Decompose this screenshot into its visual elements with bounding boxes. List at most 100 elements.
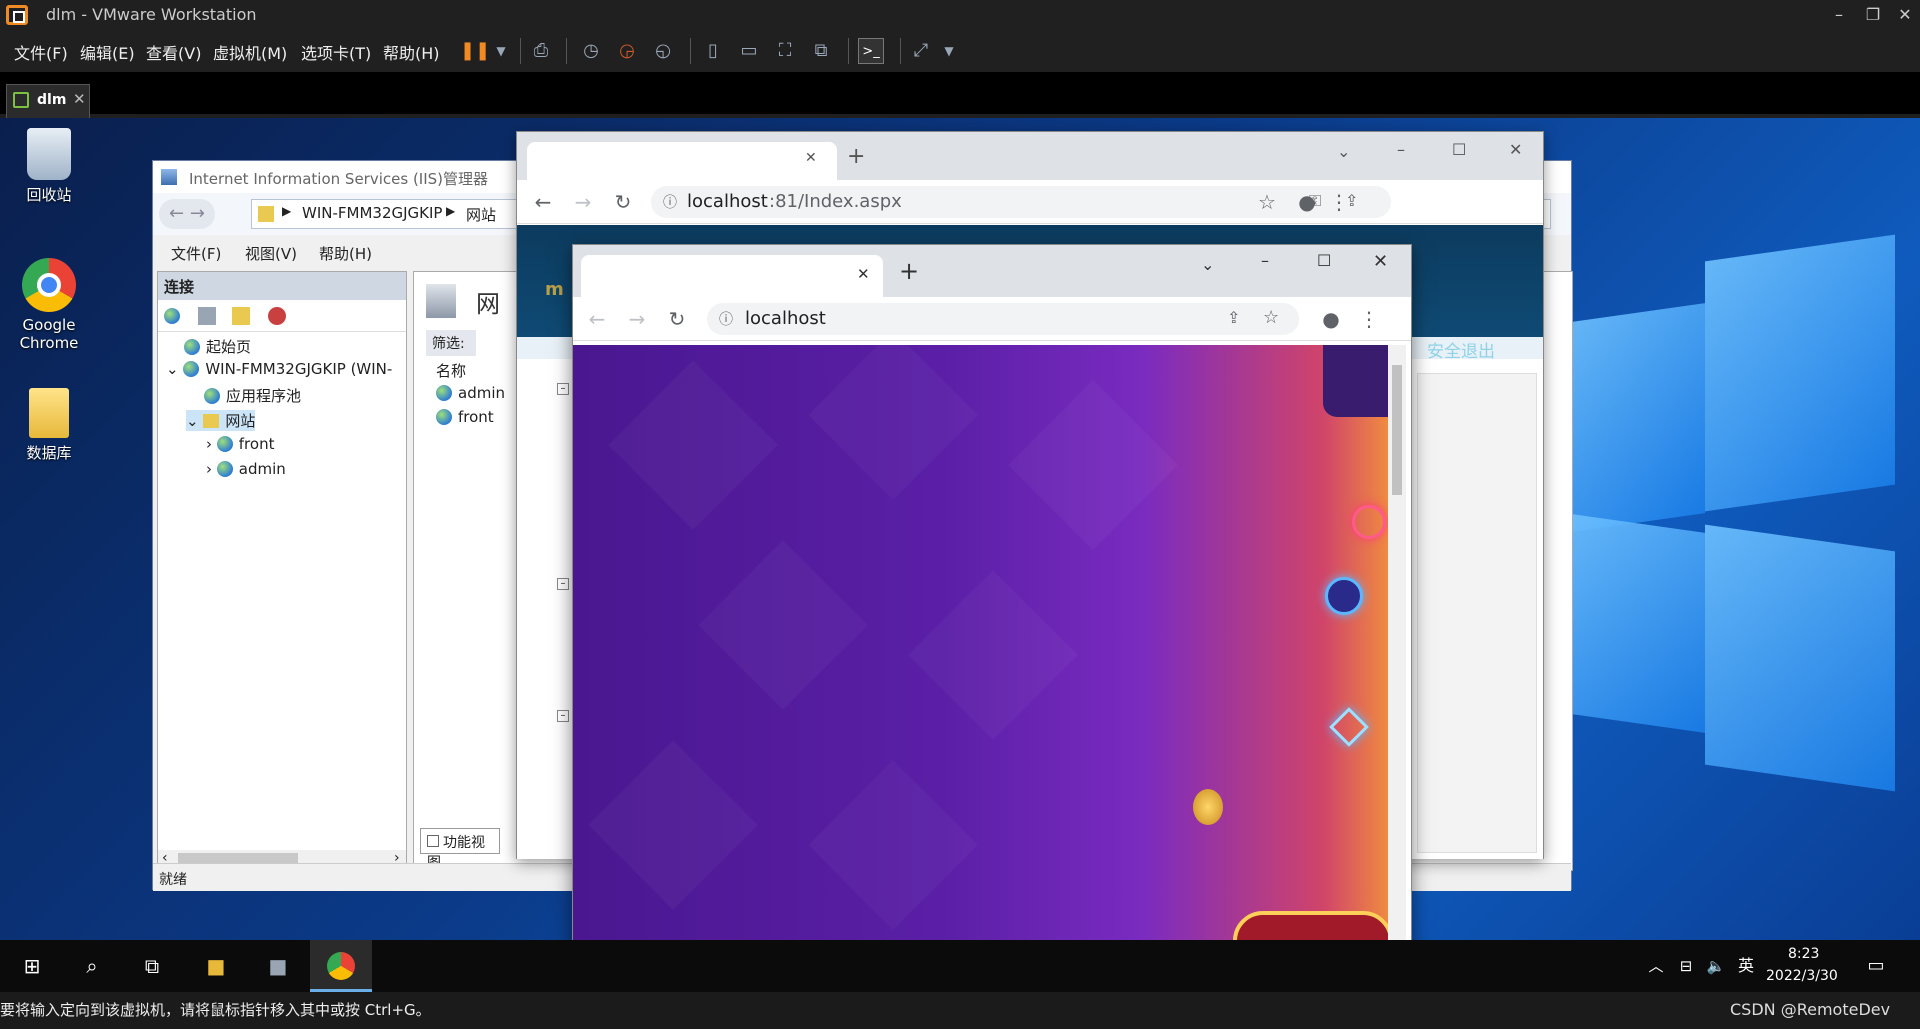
menu-vm[interactable]: 虚拟机(M) (213, 40, 287, 64)
exchange-icon[interactable] (1325, 577, 1363, 615)
console-view-icon[interactable]: >_ (858, 38, 884, 64)
close-icon[interactable]: ✕ (1509, 140, 1522, 159)
stretch-guest-icon[interactable]: ⤢ (908, 38, 934, 64)
collapse-icon[interactable]: – (557, 578, 569, 590)
clock-time[interactable]: 8:23 (1788, 946, 1819, 962)
back-forward-buttons[interactable]: ← → (159, 199, 215, 229)
forward-icon[interactable]: → (569, 188, 597, 216)
menu-kebab-icon[interactable]: ⋮ (1325, 188, 1353, 216)
tree-site-front[interactable]: › front (206, 435, 274, 453)
feature-view-tab[interactable]: 功能视图 (420, 828, 500, 871)
tray-chevron-icon[interactable]: ︿ (1640, 950, 1672, 982)
reload-icon[interactable]: ↻ (609, 188, 637, 216)
maximize-icon[interactable]: ☐ (1452, 140, 1466, 159)
iis-menu-file[interactable]: 文件(F) (171, 243, 221, 264)
breadcrumb-site[interactable]: 网站 (466, 204, 496, 225)
up-icon[interactable] (232, 307, 250, 325)
tree-start-page[interactable]: 起始页 (184, 336, 251, 357)
delete-connection-icon[interactable] (268, 307, 286, 325)
list-item-admin[interactable]: admin (436, 384, 505, 402)
new-tab-icon[interactable]: + (847, 144, 865, 169)
menu-edit[interactable]: 编辑(E) (80, 40, 135, 64)
fullscreen-icon[interactable]: ⛶ (772, 38, 798, 64)
back-icon[interactable]: ← (529, 188, 557, 216)
unity-icon[interactable]: ⧉ (808, 38, 834, 64)
taskbar-iis-icon[interactable]: ■ (262, 950, 294, 982)
minimize-icon[interactable]: – (1397, 140, 1405, 159)
breadcrumb-server[interactable]: WIN-FMM32GJGKIP (302, 204, 442, 222)
notifications-icon[interactable]: ▭ (1860, 950, 1892, 982)
avatar-panel[interactable] (1323, 345, 1388, 417)
pause-icon[interactable]: ❚❚ (460, 38, 490, 64)
tree-app-pools[interactable]: 应用程序池 (204, 385, 301, 406)
tree-sites[interactable]: ⌄ 网站 (186, 410, 256, 431)
minimize-icon[interactable]: – (1826, 2, 1852, 28)
network-icon[interactable]: ⊟ (1670, 950, 1702, 982)
game-page-content[interactable] (573, 345, 1388, 945)
connect-icon[interactable] (164, 308, 180, 324)
vertical-scrollbar[interactable] (1388, 345, 1406, 945)
new-tab-icon[interactable]: + (899, 257, 919, 285)
tree-server[interactable]: ⌄ WIN-FMM32GJGKIP (WIN- (166, 360, 392, 378)
heart-icon[interactable] (1352, 505, 1386, 539)
close-tab-icon[interactable]: ✕ (73, 90, 86, 108)
iis-menu-help[interactable]: 帮助(H) (319, 243, 372, 264)
browser-tab[interactable]: ✕ (527, 142, 837, 180)
volume-muted-icon[interactable]: 🔈 (1700, 950, 1732, 982)
revert-snapshot-icon[interactable]: ◶ (614, 38, 640, 64)
clock-date[interactable]: 2022/3/30 (1766, 968, 1838, 984)
desktop-icon-recycle-bin[interactable]: 回收站 (4, 128, 94, 205)
restore-icon[interactable]: ❐ (1860, 2, 1886, 28)
menu-kebab-icon[interactable]: ⋮ (1355, 305, 1383, 333)
address-bar[interactable]: ⓘ localhost ⇪ ☆ (707, 303, 1299, 335)
taskbar-app-icon[interactable]: ■ (200, 950, 232, 982)
sidebar-toggle-icon[interactable]: ▯ (700, 38, 726, 64)
ime-indicator[interactable]: 英 (1730, 950, 1762, 982)
start-icon[interactable]: ⊞ (16, 950, 48, 982)
reload-icon[interactable]: ↻ (663, 305, 691, 333)
bookmark-star-icon[interactable]: ☆ (1253, 188, 1281, 216)
task-view-icon[interactable]: ⧉ (136, 950, 168, 982)
close-tab-icon[interactable]: ✕ (857, 265, 870, 283)
search-icon[interactable]: ⌕ (76, 950, 108, 982)
menu-help[interactable]: 帮助(H) (383, 40, 440, 64)
profile-icon[interactable]: ● (1293, 188, 1321, 216)
tree-site-admin[interactable]: › admin (206, 460, 286, 478)
desktop-icon-chrome[interactable]: Google Chrome (4, 258, 94, 352)
collapse-icon[interactable]: – (557, 383, 569, 395)
menu-tabs[interactable]: 选项卡(T) (301, 40, 371, 64)
iis-menu-view[interactable]: 视图(V) (245, 243, 297, 264)
taskbar-chrome-button[interactable] (310, 940, 372, 992)
send-keys-icon[interactable]: ⎙ (528, 38, 554, 64)
browser-tab[interactable]: ✕ (581, 255, 883, 297)
tab-search-icon[interactable]: ⌄ (1337, 142, 1350, 161)
bookmark-star-icon[interactable]: ☆ (1263, 307, 1279, 328)
forward-icon[interactable]: → (623, 305, 651, 333)
profile-icon[interactable]: ● (1317, 305, 1345, 333)
scrollbar-thumb[interactable] (1392, 365, 1402, 495)
stretch-dropdown-icon[interactable]: ▼ (936, 38, 962, 64)
snapshot-icon[interactable]: ◷ (578, 38, 604, 64)
name-column-header[interactable]: 名称 (436, 360, 466, 381)
back-icon[interactable]: ← (583, 305, 611, 333)
pause-dropdown-icon[interactable]: ▼ (488, 38, 514, 64)
list-item-front[interactable]: front (436, 408, 494, 426)
collapse-icon[interactable]: – (557, 710, 569, 722)
thumbnail-bar-icon[interactable]: ▭ (736, 38, 762, 64)
close-icon[interactable]: ✕ (1892, 2, 1918, 28)
save-icon[interactable] (198, 307, 216, 325)
tab-dlm[interactable]: dlm ✕ (6, 84, 90, 118)
close-tab-icon[interactable]: ✕ (805, 150, 817, 166)
desktop-icon-database[interactable]: 数据库 (4, 388, 94, 463)
share-icon[interactable]: ⇪ (1227, 308, 1240, 327)
maximize-icon[interactable]: ☐ (1317, 251, 1331, 270)
tab-search-icon[interactable]: ⌄ (1201, 255, 1214, 274)
info-icon[interactable]: ⓘ (663, 192, 677, 212)
snapshot-manager-icon[interactable]: ◵ (650, 38, 676, 64)
menu-file[interactable]: 文件(F) (14, 40, 68, 64)
spade-icon[interactable] (1329, 707, 1369, 747)
minimize-icon[interactable]: – (1261, 251, 1269, 270)
close-icon[interactable]: ✕ (1373, 251, 1388, 272)
menu-view[interactable]: 查看(V) (146, 40, 201, 64)
info-icon[interactable]: ⓘ (719, 309, 733, 329)
